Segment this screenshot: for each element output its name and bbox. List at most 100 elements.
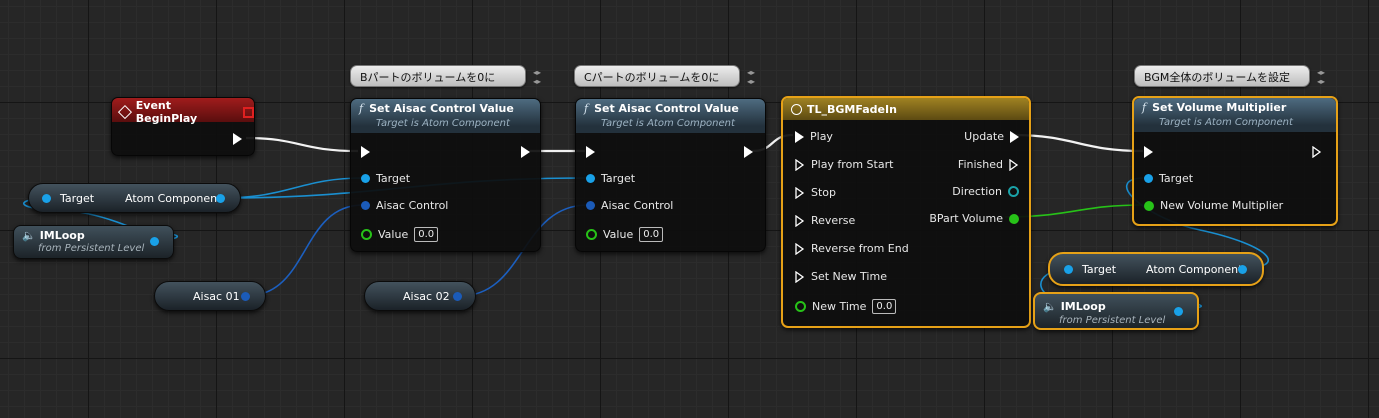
delegate-pin-icon[interactable] [243, 106, 254, 118]
exec-pin-icon [795, 242, 805, 255]
object-pin-icon[interactable] [150, 237, 159, 246]
set-volume-multiplier-node[interactable]: f Set Volume Multiplier Target is Atom Co… [1132, 96, 1338, 226]
pin-label: Stop [811, 186, 837, 199]
speaker-icon: 🔈 [1043, 300, 1057, 313]
node-title: TL_BGMFadeIn [807, 102, 897, 116]
exec-in-pin[interactable] [361, 146, 370, 158]
reverse-from-end-pin[interactable]: Reverse from End [795, 242, 909, 255]
node-title: Set Aisac Control Value [594, 102, 739, 115]
value-input[interactable]: 0.0 [414, 227, 439, 242]
play-from-start-pin[interactable]: Play from Start [795, 158, 893, 171]
clock-icon [791, 103, 802, 115]
pin-label: Value [603, 228, 634, 241]
var-label: Target [1082, 263, 1117, 276]
speaker-icon: 🔈 [22, 229, 36, 242]
exec-wire [245, 136, 359, 153]
reverse-pin[interactable]: Reverse [795, 214, 855, 227]
pin-label: Aisac Control [601, 199, 674, 212]
value-pin[interactable]: Value 0.0 [361, 227, 439, 242]
exec-pin-icon [795, 130, 804, 143]
value-input[interactable]: 0.0 [639, 227, 664, 242]
pin-label: Set New Time [811, 270, 887, 283]
bpart-volume-pin[interactable]: BPart Volume [929, 212, 1019, 225]
imloop-reference-node[interactable]: 🔈 IMLoop from Persistent Level [13, 225, 174, 259]
object-pin-icon[interactable] [216, 194, 225, 203]
comment-text: Cパートのボリュームを0に [584, 71, 720, 84]
new-time-pin[interactable]: New Time 0.0 [795, 299, 897, 314]
aisac-control-pin[interactable]: Aisac Control [586, 199, 673, 212]
float-pin-icon [361, 229, 372, 240]
target-pin[interactable]: Target [1144, 172, 1193, 185]
set-aisac-node-1[interactable]: f Set Aisac Control Value Target is Atom … [350, 98, 541, 252]
object-pin-icon [361, 174, 370, 183]
object-wire [220, 177, 364, 199]
exec-in-pin[interactable] [586, 146, 595, 158]
comment-bubble[interactable]: Cパートのボリュームを0に ◂▸ ◂▸ [574, 65, 755, 87]
target-pin[interactable]: Target [586, 172, 635, 185]
node-subtitle: from Persistent Level [38, 243, 145, 254]
node-title: Set Volume Multiplier [1152, 101, 1287, 114]
set-aisac-node-2[interactable]: f Set Aisac Control Value Target is Atom … [575, 98, 766, 252]
node-title: IMLoop [1060, 300, 1106, 313]
pin-comment-icon[interactable]: ◂▸ ◂▸ [747, 68, 755, 86]
float-pin-icon [1009, 213, 1019, 224]
exec-pin-icon [795, 186, 805, 199]
target-variable-node[interactable]: Target Atom Component [1048, 252, 1264, 286]
exec-out-pin[interactable] [233, 133, 242, 145]
node-subtitle: Target is Atom Component [1159, 117, 1293, 128]
object-pin-icon [1064, 265, 1073, 274]
var-label: Aisac 01 [193, 290, 240, 303]
pin-label: Target [601, 172, 636, 185]
pin-label: New Time [812, 300, 867, 313]
imloop-reference-node[interactable]: 🔈 IMLoop from Persistent Level [1033, 292, 1199, 330]
var-value: Atom Component [125, 192, 222, 205]
object-pin-icon [1144, 174, 1153, 183]
object-pin-icon [586, 174, 595, 183]
aisac01-variable-node[interactable]: Aisac 01 [154, 281, 266, 311]
play-pin[interactable]: Play [795, 130, 833, 143]
finished-pin[interactable]: Finished [958, 158, 1019, 171]
set-new-time-pin[interactable]: Set New Time [795, 270, 887, 283]
direction-pin[interactable]: Direction [952, 185, 1019, 198]
node-subtitle: Target is Atom Component [601, 118, 735, 129]
pin-label: New Volume Multiplier [1160, 199, 1284, 212]
struct-pin-icon[interactable] [453, 292, 462, 301]
struct-pin-icon [361, 201, 370, 210]
object-pin-icon[interactable] [1238, 265, 1247, 274]
update-pin[interactable]: Update [964, 130, 1019, 143]
pin-comment-icon[interactable]: ◂▸ ◂▸ [533, 68, 541, 86]
comment-bubble[interactable]: BGM全体のボリュームを設定 ◂▸ ◂▸ [1134, 65, 1325, 87]
pin-label: BPart Volume [929, 212, 1003, 225]
exec-out-pin[interactable] [521, 146, 530, 158]
target-pin[interactable]: Target [361, 172, 410, 185]
aisac-control-pin[interactable]: Aisac Control [361, 199, 448, 212]
pin-label: Target [1159, 172, 1194, 185]
exec-out-pin[interactable] [744, 146, 753, 158]
target-variable-node[interactable]: Target Atom Component [28, 183, 241, 213]
object-pin-icon [42, 194, 51, 203]
node-title: IMLoop [39, 229, 85, 242]
stop-pin[interactable]: Stop [795, 186, 836, 199]
struct-pin-icon[interactable] [241, 292, 250, 301]
event-beginplay-node[interactable]: Event BeginPlay [111, 97, 255, 156]
value-pin[interactable]: Value 0.0 [586, 227, 664, 242]
comment-text: BGM全体のボリュームを設定 [1144, 71, 1291, 84]
timeline-node[interactable]: TL_BGMFadeIn Play Play from Start Stop R… [781, 96, 1031, 328]
pin-label: Direction [952, 185, 1002, 198]
event-title: Event BeginPlay [135, 99, 198, 125]
function-icon: f [359, 102, 364, 115]
exec-pin-icon [795, 158, 805, 171]
pin-label: Play from Start [811, 158, 894, 171]
new-time-input[interactable]: 0.0 [872, 299, 897, 314]
float-pin-icon [1144, 200, 1154, 211]
exec-out-pin[interactable] [1312, 146, 1322, 158]
aisac02-variable-node[interactable]: Aisac 02 [364, 281, 476, 311]
pin-comment-icon[interactable]: ◂▸ ◂▸ [1317, 68, 1325, 86]
new-volume-multiplier-pin[interactable]: New Volume Multiplier [1144, 199, 1283, 212]
exec-in-pin[interactable] [1144, 146, 1153, 158]
comment-bubble[interactable]: Bパートのボリュームを0に ◂▸ ◂▸ [350, 65, 541, 87]
function-icon: f [1142, 101, 1147, 114]
pin-label: Aisac Control [376, 199, 449, 212]
object-pin-icon[interactable] [1174, 307, 1183, 316]
node-title: Set Aisac Control Value [369, 102, 514, 115]
